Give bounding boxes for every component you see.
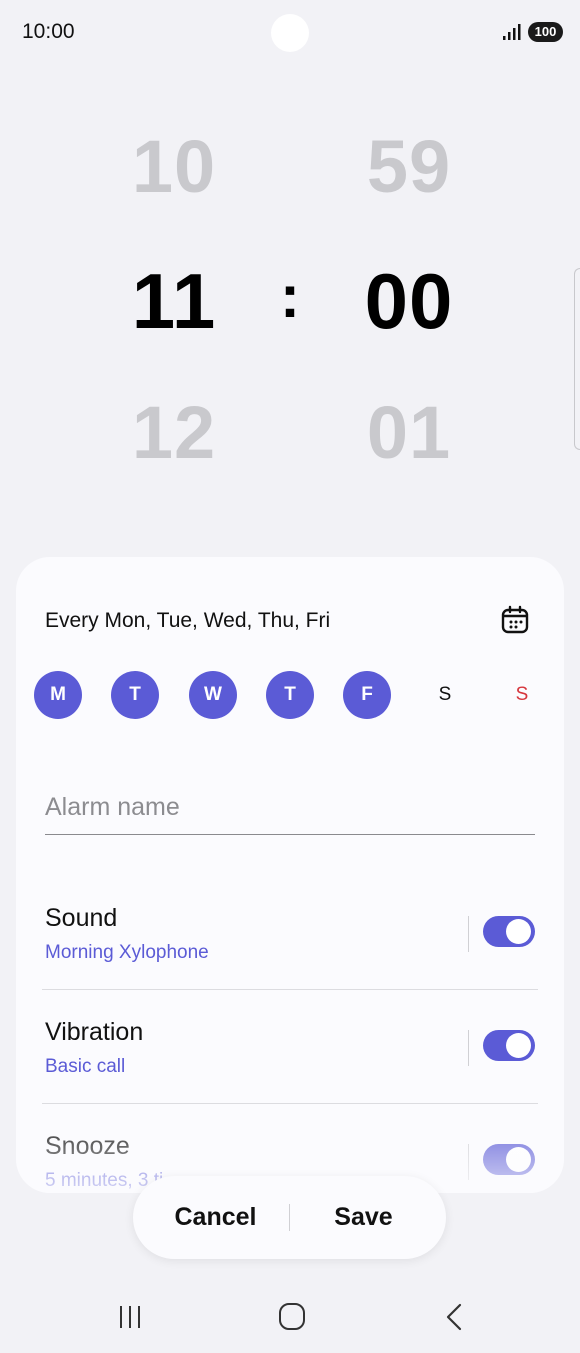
- battery-icon: 100: [528, 22, 563, 42]
- repeat-summary: Every Mon, Tue, Wed, Thu, Fri: [45, 609, 331, 632]
- setting-title: Vibration: [45, 1018, 144, 1046]
- signal-icon: [503, 24, 521, 40]
- divider: [289, 1204, 290, 1231]
- setting-title: Sound: [45, 904, 118, 932]
- alarm-name-input[interactable]: [45, 781, 535, 835]
- edge-panel-handle[interactable]: [574, 268, 580, 450]
- hour-next[interactable]: 12: [104, 390, 244, 475]
- minute-selected[interactable]: 00: [339, 256, 479, 347]
- status-time: 10:00: [22, 20, 75, 43]
- divider: [42, 989, 538, 990]
- setting-vibration[interactable]: Vibration Basic call: [16, 1018, 564, 1132]
- day-monday[interactable]: M: [34, 671, 82, 719]
- snooze-toggle[interactable]: [483, 1144, 535, 1175]
- day-thursday[interactable]: T: [266, 671, 314, 719]
- front-camera: [271, 14, 309, 52]
- minute-previous[interactable]: 59: [339, 124, 479, 209]
- alarm-settings-card: Every Mon, Tue, Wed, Thu, Fri M T W T F …: [16, 557, 564, 1193]
- day-saturday[interactable]: S: [421, 671, 469, 719]
- hour-previous[interactable]: 10: [104, 124, 244, 209]
- setting-subtitle: Morning Xylophone: [45, 942, 209, 963]
- navigation-bar: [0, 1280, 580, 1353]
- divider: [468, 916, 469, 952]
- day-sunday[interactable]: S: [498, 671, 546, 719]
- cancel-button[interactable]: Cancel: [143, 1176, 288, 1259]
- save-button[interactable]: Save: [291, 1176, 436, 1259]
- setting-title: Snooze: [45, 1132, 130, 1160]
- sound-toggle[interactable]: [483, 916, 535, 947]
- battery-level: 100: [534, 24, 557, 39]
- divider: [42, 1103, 538, 1104]
- minute-next[interactable]: 01: [339, 390, 479, 475]
- calendar-icon[interactable]: [500, 605, 530, 635]
- home-icon[interactable]: [272, 1300, 312, 1334]
- setting-sound[interactable]: Sound Morning Xylophone: [16, 904, 564, 1018]
- divider: [468, 1144, 469, 1180]
- hour-selected[interactable]: 11: [104, 256, 244, 347]
- day-wednesday[interactable]: W: [189, 671, 237, 719]
- recent-apps-icon[interactable]: [110, 1300, 150, 1334]
- setting-subtitle: Basic call: [45, 1056, 126, 1077]
- day-friday[interactable]: F: [343, 671, 391, 719]
- action-bar: Cancel Save: [133, 1176, 446, 1259]
- status-bar: 10:00 100: [0, 0, 580, 64]
- day-tuesday[interactable]: T: [111, 671, 159, 719]
- vibration-toggle[interactable]: [483, 1030, 535, 1061]
- time-separator: :: [280, 263, 300, 330]
- back-icon[interactable]: [434, 1300, 474, 1334]
- divider: [468, 1030, 469, 1066]
